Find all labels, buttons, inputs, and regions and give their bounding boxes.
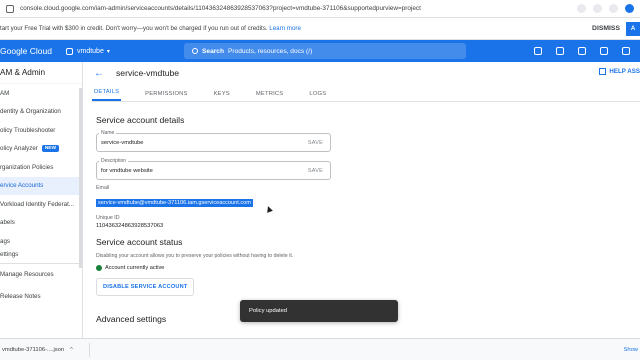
page-title: service-vmdtube xyxy=(116,68,180,78)
disable-service-account-button[interactable]: DISABLE SERVICE ACCOUNT xyxy=(96,278,195,296)
trial-text: tart your Free Trial with $300 in credit… xyxy=(0,25,301,32)
sidebar-item-workload-identity[interactable]: Vorkload Identity Federat... xyxy=(0,195,82,214)
details-heading: Service account details xyxy=(96,115,185,125)
save-description-button[interactable]: SAVE xyxy=(308,168,323,174)
extensions-icon[interactable] xyxy=(593,4,602,13)
dismiss-button[interactable]: DISMISS xyxy=(592,25,620,32)
toast-message: Policy updated xyxy=(249,308,288,314)
search-placeholder: Products, resources, docs (/) xyxy=(228,47,313,55)
browser-actions xyxy=(577,4,634,13)
tab-permissions[interactable]: PERMISSIONS xyxy=(143,91,189,101)
check-circle-icon xyxy=(96,265,102,271)
new-badge: NEW xyxy=(41,145,60,153)
sidebar-item-tags[interactable]: ags xyxy=(0,232,82,251)
more-icon[interactable] xyxy=(622,47,630,55)
email-value[interactable]: service-vmdtube@vmdtube-371106.iam.gserv… xyxy=(96,199,253,207)
project-name: vmdtube xyxy=(76,47,104,55)
download-divider xyxy=(88,342,90,357)
tab-logs[interactable]: LOGS xyxy=(307,91,328,101)
download-filename: vmdtube-371106-....json xyxy=(2,346,65,353)
description-field[interactable]: Description for vmdtube website SAVE xyxy=(96,158,331,180)
project-icon xyxy=(65,47,73,55)
chevron-up-icon[interactable]: ^ xyxy=(70,347,73,353)
main-content: ← service-vmdtube HELP ASS DETAILS PERMI… xyxy=(84,62,640,338)
sidebar-item-service-accounts[interactable]: ervice Accounts xyxy=(0,176,82,195)
lock-icon xyxy=(6,4,14,13)
sidebar-item-release-notes[interactable]: Release Notes xyxy=(0,287,82,306)
sidebar-item-settings[interactable]: ettings xyxy=(0,251,82,259)
sidebar-divider xyxy=(0,262,82,264)
sidebar-title: AM & Admin xyxy=(0,62,82,84)
back-arrow-icon[interactable]: ← xyxy=(94,68,104,79)
help-assistant-button[interactable]: HELP ASS xyxy=(599,68,640,75)
header-tools xyxy=(534,47,630,55)
tab-details[interactable]: DETAILS xyxy=(92,89,122,101)
help-assistant-icon xyxy=(599,68,607,75)
toast-notification: Policy updated xyxy=(240,300,398,322)
google-cloud-logo[interactable]: Google Cloud xyxy=(0,46,52,56)
chevron-down-icon: ▾ xyxy=(106,48,110,55)
description-value[interactable]: for vmdtube website xyxy=(101,168,153,174)
unique-id-value: 110436324863928537063 xyxy=(96,223,164,229)
tab-keys[interactable]: KEYS xyxy=(212,91,232,101)
help-assistant-label: HELP ASS xyxy=(609,68,640,75)
download-bar: vmdtube-371106-....json ^ Show xyxy=(0,338,640,360)
search-label: Search xyxy=(202,47,224,55)
menu-icon[interactable] xyxy=(609,4,618,13)
url-text[interactable]: console.cloud.google.com/iam-admin/servi… xyxy=(20,5,577,12)
name-field[interactable]: Name service-vmdtube SAVE xyxy=(96,130,331,152)
sidebar-item-policy-troubleshooter[interactable]: olicy Troubleshooter xyxy=(0,121,82,140)
name-value[interactable]: service-vmdtube xyxy=(101,140,144,146)
sidebar-item-labels[interactable]: abels xyxy=(0,214,82,233)
sidebar-scrollbar[interactable] xyxy=(79,88,82,268)
name-label: Name xyxy=(99,130,117,136)
show-all-button[interactable]: Show xyxy=(623,347,638,353)
activate-button[interactable]: A xyxy=(626,21,640,36)
project-selector[interactable]: vmdtube ▾ xyxy=(65,47,110,55)
cloud-shell-icon[interactable] xyxy=(556,47,564,55)
status-description: Disabling your account allows you to pre… xyxy=(96,253,294,259)
status-active-row: Account currently active xyxy=(96,265,396,271)
profile-icon[interactable] xyxy=(625,4,634,13)
sidebar-item-identity-organization[interactable]: dentity & Organization xyxy=(0,103,82,122)
top-bar: Google Cloud vmdtube ▾ Search Products, … xyxy=(0,40,640,62)
status-active-text: Account currently active xyxy=(105,265,165,271)
sidebar-item-policy-analyzer[interactable]: olicy Analyzer NEW xyxy=(0,140,82,159)
page-header: ← service-vmdtube xyxy=(84,62,640,84)
help-icon[interactable] xyxy=(600,47,608,55)
sidebar-item-iam[interactable]: AM xyxy=(0,84,82,103)
trial-banner: tart your Free Trial with $300 in credit… xyxy=(0,18,640,40)
details-panel: Service account details Name service-vmd… xyxy=(96,110,396,324)
email-label: Email xyxy=(96,185,110,191)
unique-id-label: Unique ID xyxy=(96,215,120,221)
download-item[interactable]: vmdtube-371106-....json ^ xyxy=(2,347,73,353)
gift-icon[interactable] xyxy=(534,47,542,55)
star-icon[interactable] xyxy=(577,4,586,13)
search-input[interactable]: Search Products, resources, docs (/) xyxy=(184,43,466,59)
description-label: Description xyxy=(99,158,129,164)
sidebar-item-organization-policies[interactable]: rganization Policies xyxy=(0,158,82,177)
sidebar: AM & Admin AM dentity & Organization oli… xyxy=(0,62,83,338)
notifications-icon[interactable] xyxy=(578,47,586,55)
tab-bar: DETAILS PERMISSIONS KEYS METRICS LOGS xyxy=(92,84,640,102)
learn-more-link[interactable]: Learn more xyxy=(269,25,301,32)
status-heading: Service account status xyxy=(96,237,183,247)
browser-address-bar[interactable]: console.cloud.google.com/iam-admin/servi… xyxy=(0,0,640,18)
search-icon xyxy=(192,48,198,54)
sidebar-item-label: olicy Analyzer xyxy=(0,145,38,153)
tab-metrics[interactable]: METRICS xyxy=(254,91,286,101)
sidebar-item-manage-resources[interactable]: Manage Resources xyxy=(0,266,82,285)
save-name-button[interactable]: SAVE xyxy=(308,140,323,146)
